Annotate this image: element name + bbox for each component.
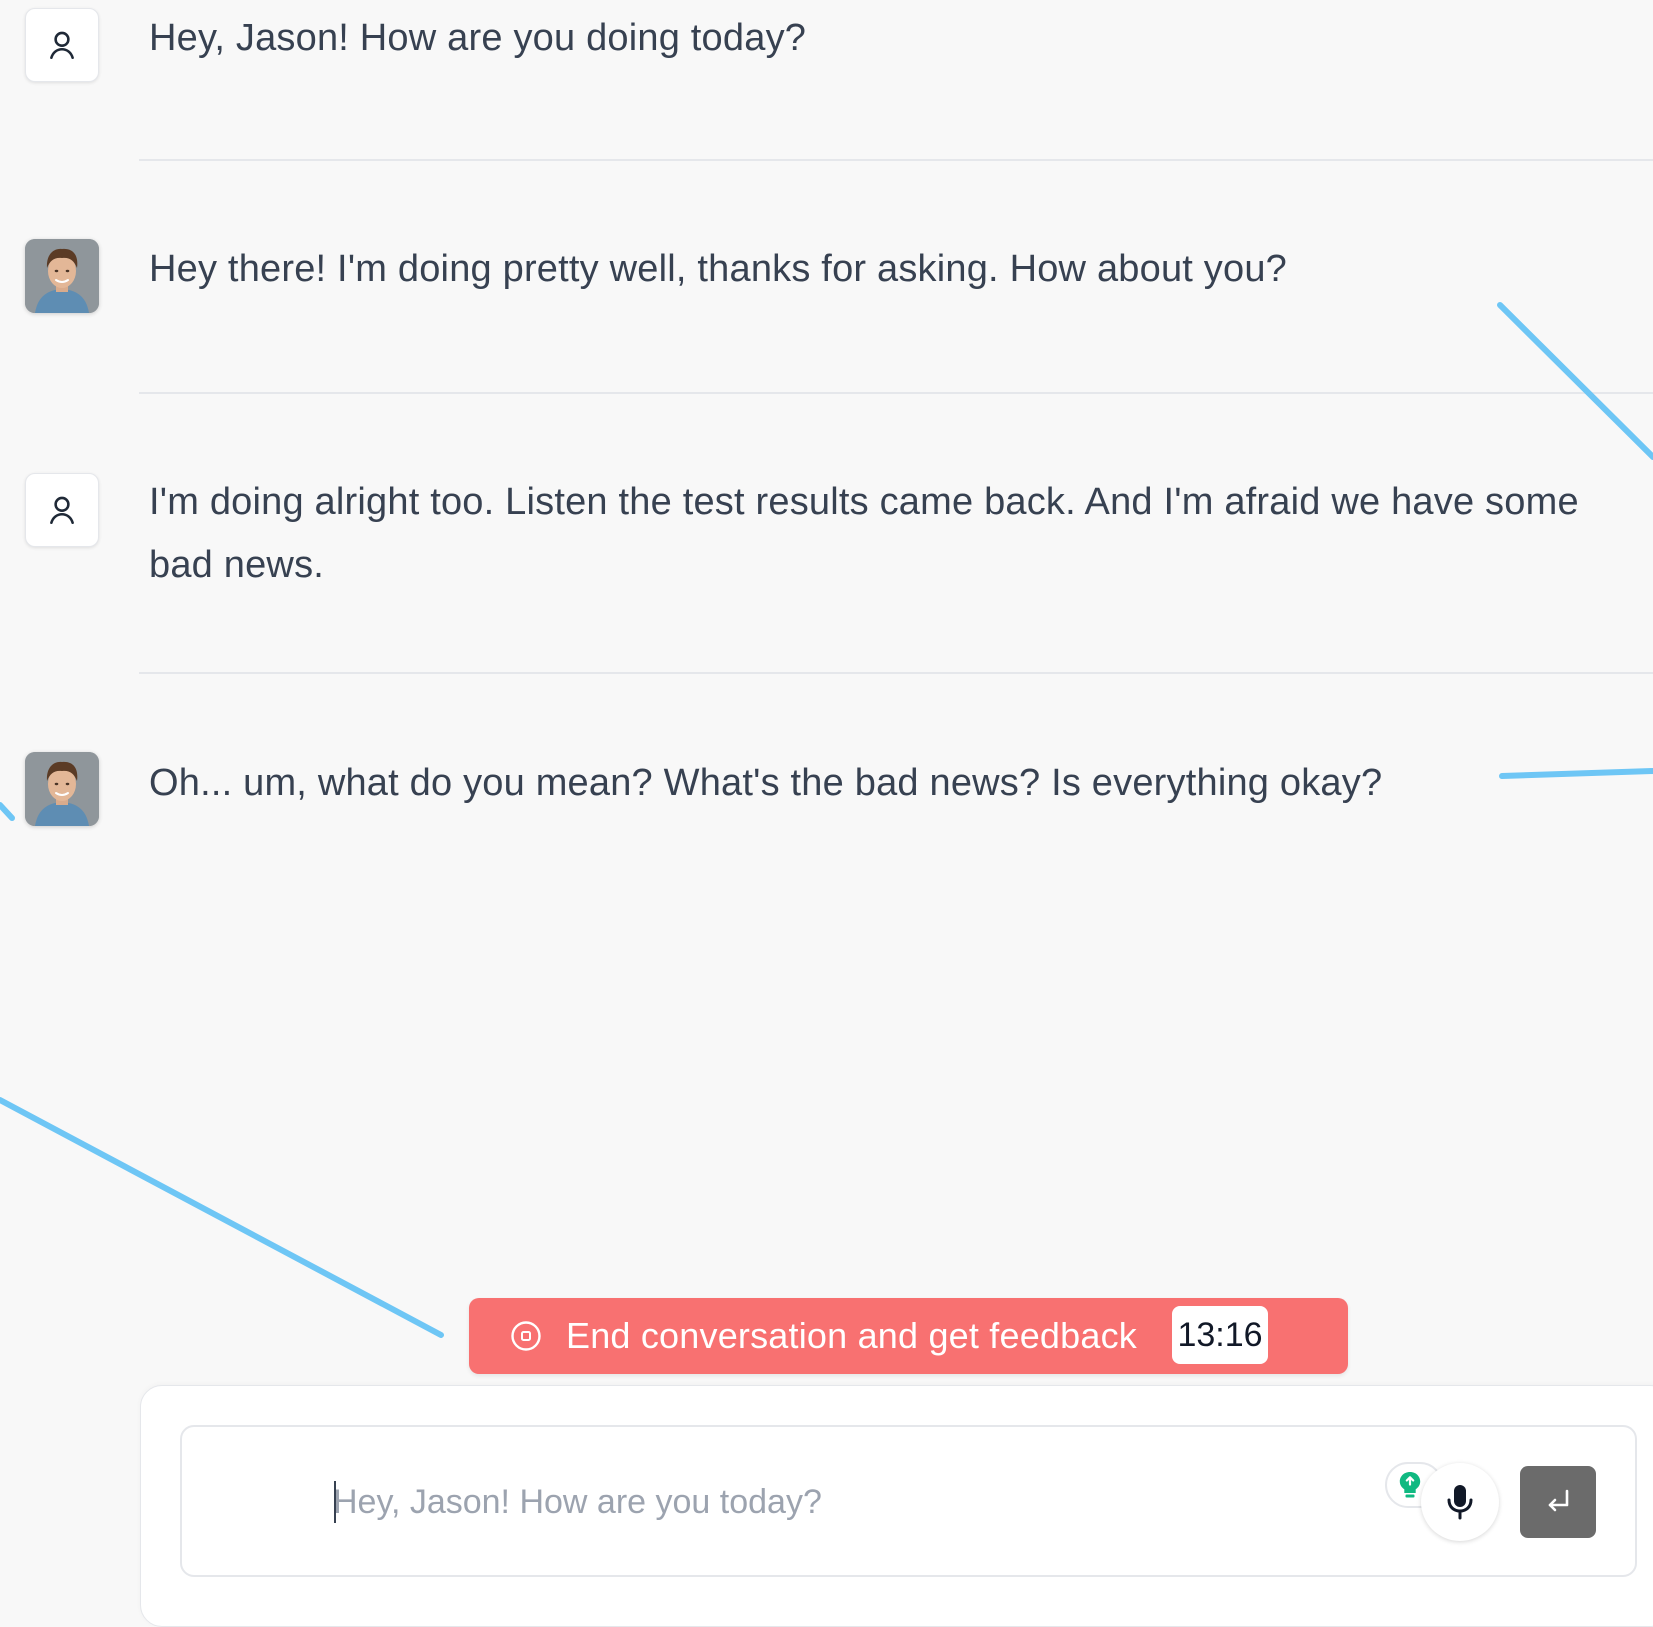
message-text: Oh... um, what do you mean? What's the b… [149,762,1383,804]
message-divider [139,392,1653,394]
user-outline-icon [50,31,74,60]
end-conversation-button[interactable]: End conversation and get feedback 13:16 [469,1298,1348,1374]
stop-circle-icon [510,1320,542,1352]
conversation-timer: 13:16 [1172,1306,1268,1364]
jason-avatar [25,752,99,826]
message-input[interactable] [333,1476,1333,1528]
user-avatar [25,8,99,82]
microphone-icon [1447,1485,1473,1520]
chat-window: Hey, Jason! How are you doing today? Hey… [0,0,1653,1627]
message-divider [139,672,1653,674]
send-button[interactable] [1520,1466,1596,1538]
message-text: Hey, Jason! How are you doing today? [149,17,807,59]
user-avatar [25,473,99,547]
end-conversation-label: End conversation and get feedback [566,1315,1137,1356]
microphone-button[interactable] [1421,1463,1499,1541]
message-text: Hey there! I'm doing pretty well, thanks… [149,248,1287,290]
jason-avatar [25,239,99,313]
message-divider [139,159,1653,161]
text-cursor [334,1481,336,1523]
message-text: I'm doing alright too. Listen the test r… [149,481,1579,586]
lightbulb-icon [1396,1469,1424,1501]
user-outline-icon [50,496,74,525]
enter-return-icon [1548,1489,1569,1512]
